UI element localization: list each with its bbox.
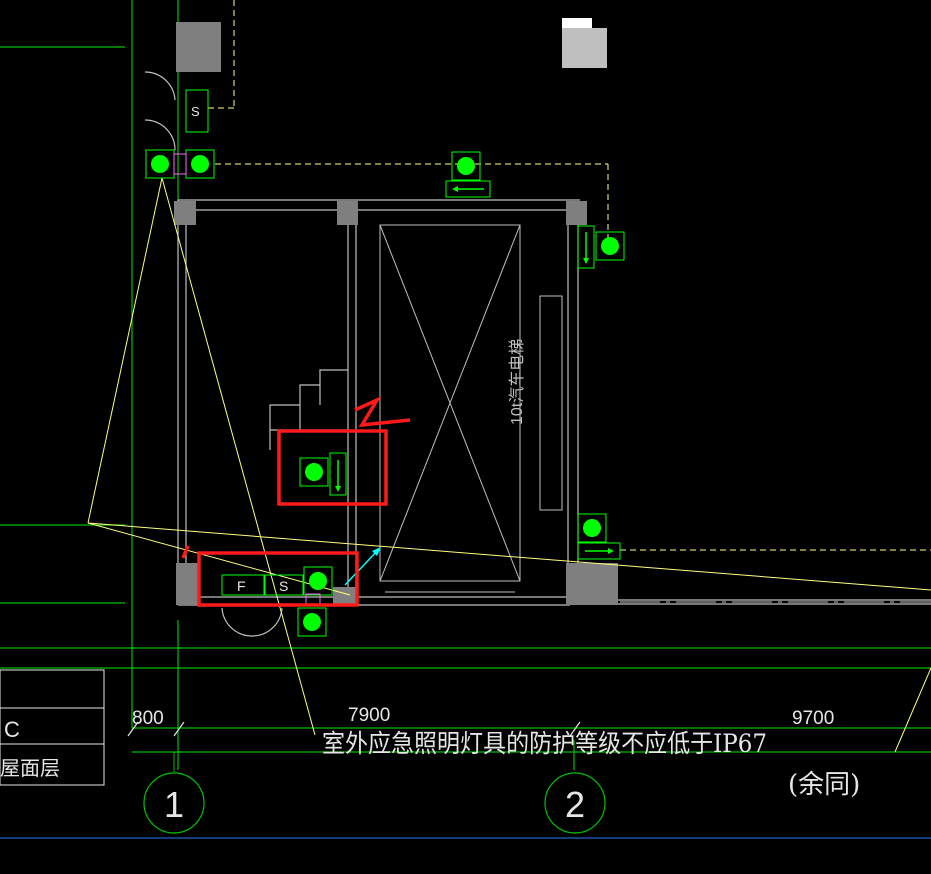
box-f: F [221,574,265,596]
red-markups [181,396,411,607]
title-block-row1: C [4,717,20,742]
title-block-row2: 屋面层 [0,758,60,780]
box-s-top-label: S [191,104,200,119]
markup-tick [181,545,190,559]
grid-axis-2-label: 2 [565,784,585,825]
note-sub: (余同) [788,770,860,800]
dim-7900: 7900 [348,705,390,726]
fixture-outside-bottom [297,607,327,637]
yellow-lines [87,177,931,753]
exit-sign-right-top [577,225,595,269]
exit-sign-right-bottom [577,542,621,560]
fixture-right-top [595,231,625,261]
exit-sign-stair [329,452,347,496]
box-s-label: S [279,578,288,594]
fixture-top-left-a [145,149,175,179]
grid-axis-1-label: 1 [164,784,184,825]
dim-800: 800 [132,708,164,729]
box-s-top: S [185,89,209,133]
connector-pink-top [173,153,187,175]
box-s: S [264,574,304,596]
distribution-box-top [562,18,607,68]
cad-drawing: C 屋面层 10t汽车电梯 F S S 800 7900 9700 室外应急照明… [0,0,931,839]
columns [174,22,618,605]
green-lines [0,0,931,770]
elevator-label: 10t汽车电梯 [508,339,526,425]
title-block: C 屋面层 [0,669,105,786]
markup-stroke [354,396,411,428]
fixture-door-bottom [303,566,333,596]
exit-sign-top [445,180,491,198]
fixture-stair [299,457,329,487]
fixture-top-left-b [185,149,215,179]
markup-box-1 [277,429,388,506]
fixture-right-bottom [577,513,607,543]
box-f-label: F [237,578,246,594]
note-text: 室外应急照明灯具的防护等级不应低于IP67 [322,729,767,758]
fixture-top-middle [451,151,481,181]
grid-axis-1: 1 [143,752,205,834]
elevator-shaft [379,224,563,593]
dim-9700: 9700 [792,708,834,729]
grid-axis-2: 2 [544,772,606,834]
